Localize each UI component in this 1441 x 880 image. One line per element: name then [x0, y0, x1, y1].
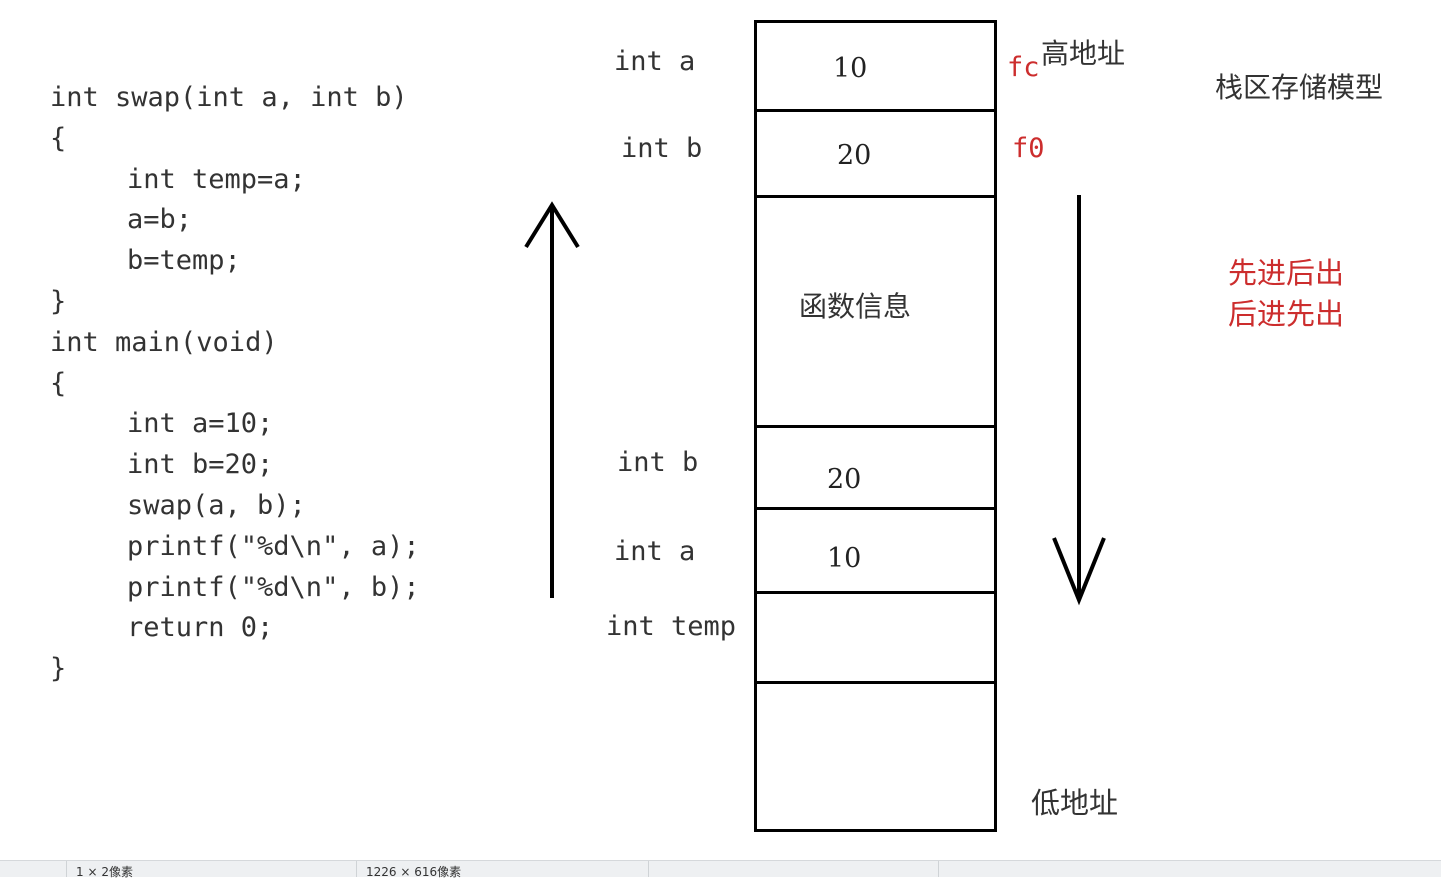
code-line: } — [50, 285, 67, 317]
status-separator — [356, 861, 357, 877]
stack-cell-temp — [757, 594, 994, 684]
low-address-label: 低地址 — [1031, 786, 1119, 820]
stack-value-function-info: 函数信息 — [799, 290, 912, 323]
stack-value-top-b: 20 — [837, 140, 872, 171]
code-line: a=b; — [127, 204, 193, 236]
code-line: { — [50, 367, 67, 399]
stack-value-mid-a: 10 — [827, 543, 862, 574]
stack-label-top-a: int a — [614, 46, 696, 77]
stack-cell-mid-b: 20 — [757, 428, 994, 510]
stack-cell-bottom — [757, 684, 994, 832]
rule-line-2: 后进先出 — [1228, 297, 1345, 331]
status-image-size: 1226 × 616像素 — [366, 865, 462, 879]
stack-cell-top-b: 20 — [757, 112, 994, 198]
code-line: printf("%d\n", a); — [127, 530, 420, 562]
stack-cell-top-a: 10 — [757, 23, 994, 112]
up-arrow-icon — [524, 201, 580, 598]
stack-cell-function-info: 函数信息 — [757, 198, 994, 428]
status-separator — [938, 861, 939, 877]
status-separator — [66, 861, 67, 877]
code-line: int main(void) — [50, 326, 278, 358]
code-line: int swap(int a, int b) — [50, 82, 408, 113]
high-address-label: 高地址 — [1041, 37, 1126, 70]
code-line: } — [50, 653, 67, 685]
stack-label-top-b: int b — [621, 133, 703, 164]
code-block: int swap(int a, int b) { int temp=a; a=b; b=… — [50, 78, 420, 690]
down-arrow-icon — [1052, 195, 1106, 606]
address-fc: fc — [1007, 52, 1040, 83]
code-line: int a=10; — [127, 408, 274, 440]
stack-value-mid-b: 20 — [827, 464, 862, 495]
status-bar: 1 × 2像素 1226 × 616像素 — [0, 860, 1441, 879]
code-line: swap(a, b); — [127, 489, 306, 521]
stack-diagram: 10 20 函数信息 20 10 — [754, 20, 997, 832]
status-selection-size: 1 × 2像素 — [76, 865, 133, 879]
rule-line-1: 先进后出 — [1228, 256, 1345, 290]
stack-label-temp: int temp — [606, 611, 737, 642]
code-line: int temp=a; — [127, 163, 306, 195]
code-line: printf("%d\n", b); — [127, 571, 420, 603]
stack-label-mid-a: int a — [614, 536, 696, 567]
stack-label-mid-b: int b — [617, 447, 699, 478]
status-separator — [648, 861, 649, 877]
code-line: { — [50, 122, 67, 154]
code-line: return 0; — [127, 612, 274, 644]
stack-model-title: 栈区存储模型 — [1215, 71, 1384, 104]
stack-value-top-a: 10 — [833, 53, 868, 84]
code-line: int b=20; — [127, 449, 274, 481]
stack-cell-mid-a: 10 — [757, 510, 994, 594]
code-line: b=temp; — [127, 245, 241, 277]
address-f0: f0 — [1012, 133, 1045, 164]
